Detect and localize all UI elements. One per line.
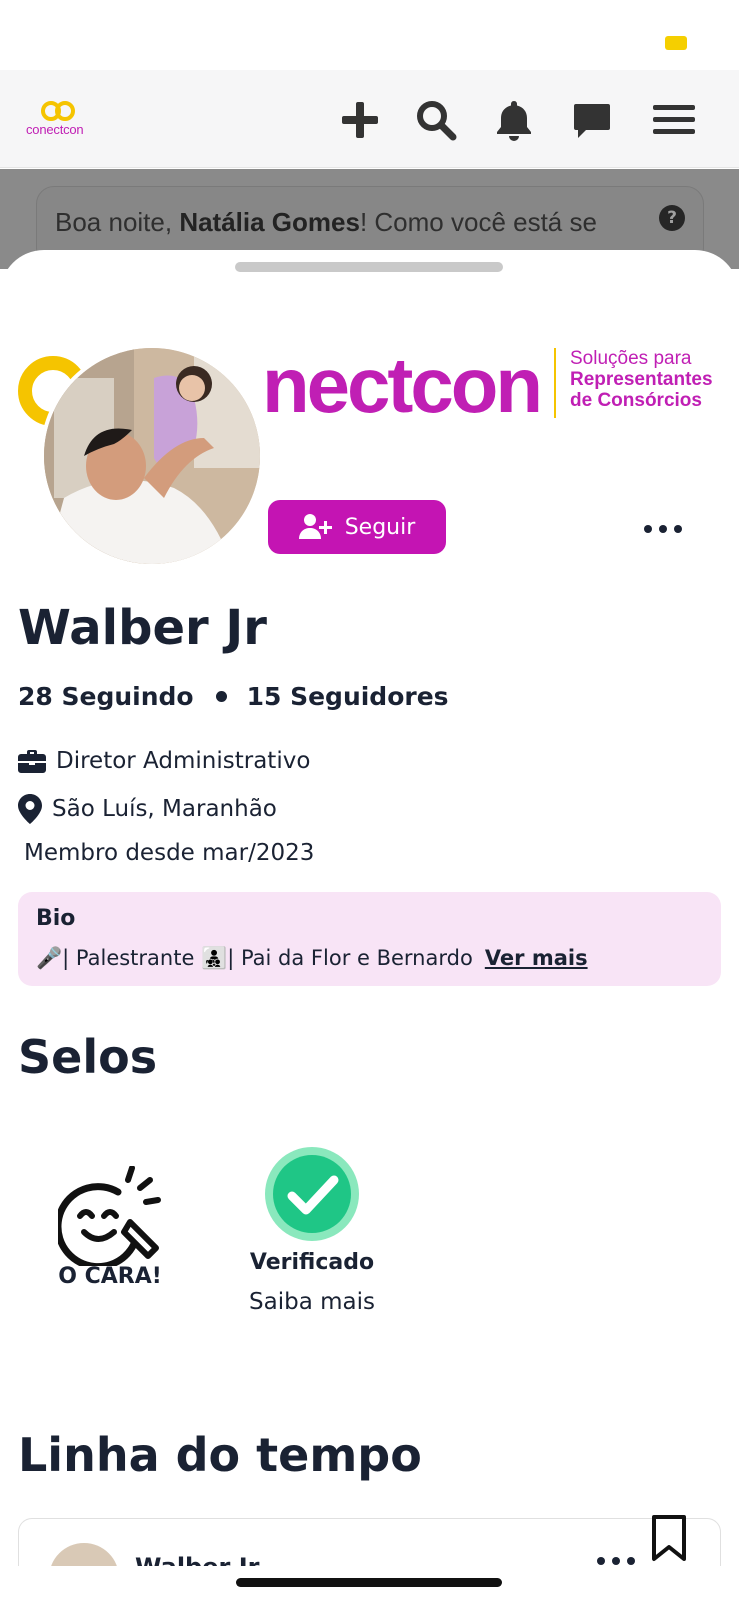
chat-icon[interactable] (570, 98, 614, 142)
briefcase-icon (18, 750, 46, 773)
follow-button[interactable]: Seguir (268, 500, 446, 554)
profile-name: Walber Jr (18, 600, 267, 656)
follow-button-label: Seguir (344, 514, 416, 540)
seal-label: Verificado (249, 1250, 375, 1275)
bio-see-more-link[interactable]: Ver mais (485, 946, 588, 970)
home-indicator (236, 1578, 502, 1587)
seal-label: O CARA! (58, 1264, 162, 1289)
profile-avatar[interactable] (40, 344, 264, 568)
followers-count[interactable]: 15 Seguidores (247, 682, 449, 711)
sheet-grabber[interactable] (235, 262, 503, 272)
more-options-icon[interactable] (636, 512, 690, 546)
job-row: Diretor Administrativo (18, 748, 310, 774)
seals-title: Selos (18, 1030, 158, 1084)
profile-stats: 28 Seguindo 15 Seguidores (18, 682, 449, 711)
search-icon[interactable] (414, 98, 458, 142)
seal-o-cara[interactable]: O CARA! (50, 1165, 170, 1289)
smiley-icon (54, 1165, 161, 1271)
banner-tagline: Soluções para Representantes de Consórci… (570, 348, 713, 411)
logo-rings-icon (41, 101, 75, 121)
job-title: Diretor Administrativo (56, 748, 311, 774)
add-user-icon (298, 514, 332, 539)
seal-learn-more-link[interactable]: Saiba mais (236, 1289, 388, 1315)
bio-box: Bio 🎤| Palestrante 👨‍👧‍👦| Pai da Flor e … (18, 892, 721, 986)
member-since: Membro desde mar/2023 (24, 840, 315, 866)
greeting-text: Boa noite, Natália Gomes! Como você está… (55, 207, 597, 237)
bookmark-icon[interactable] (650, 1514, 688, 1566)
location-row: São Luís, Maranhão (18, 794, 277, 824)
bell-icon[interactable] (492, 98, 536, 142)
avatar-photo (44, 348, 260, 564)
logo-text: conectcon (26, 122, 84, 137)
location-pin-icon (18, 794, 42, 824)
bio-title: Bio (36, 906, 76, 931)
stats-separator (215, 691, 227, 702)
post-more-options-icon[interactable] (597, 1557, 635, 1565)
status-bar (0, 0, 739, 70)
status-indicator (665, 36, 687, 50)
banner-divider (554, 348, 556, 418)
seal-verificado[interactable]: Verificado Saiba mais (236, 1146, 388, 1315)
following-count[interactable]: 28 Seguindo (18, 682, 194, 711)
app-header: conectcon (0, 70, 739, 168)
menu-icon[interactable] (652, 98, 696, 142)
help-icon[interactable]: ? (659, 205, 685, 231)
check-badge-icon (265, 1147, 359, 1241)
timeline-title: Linha do tempo (18, 1428, 422, 1482)
banner-word: nectcon (262, 341, 543, 429)
plus-icon[interactable] (338, 98, 382, 142)
bio-text: 🎤| Palestrante 👨‍👧‍👦| Pai da Flor e Bern… (36, 946, 588, 970)
location-text: São Luís, Maranhão (52, 796, 277, 822)
app-logo[interactable]: conectcon (26, 100, 92, 142)
